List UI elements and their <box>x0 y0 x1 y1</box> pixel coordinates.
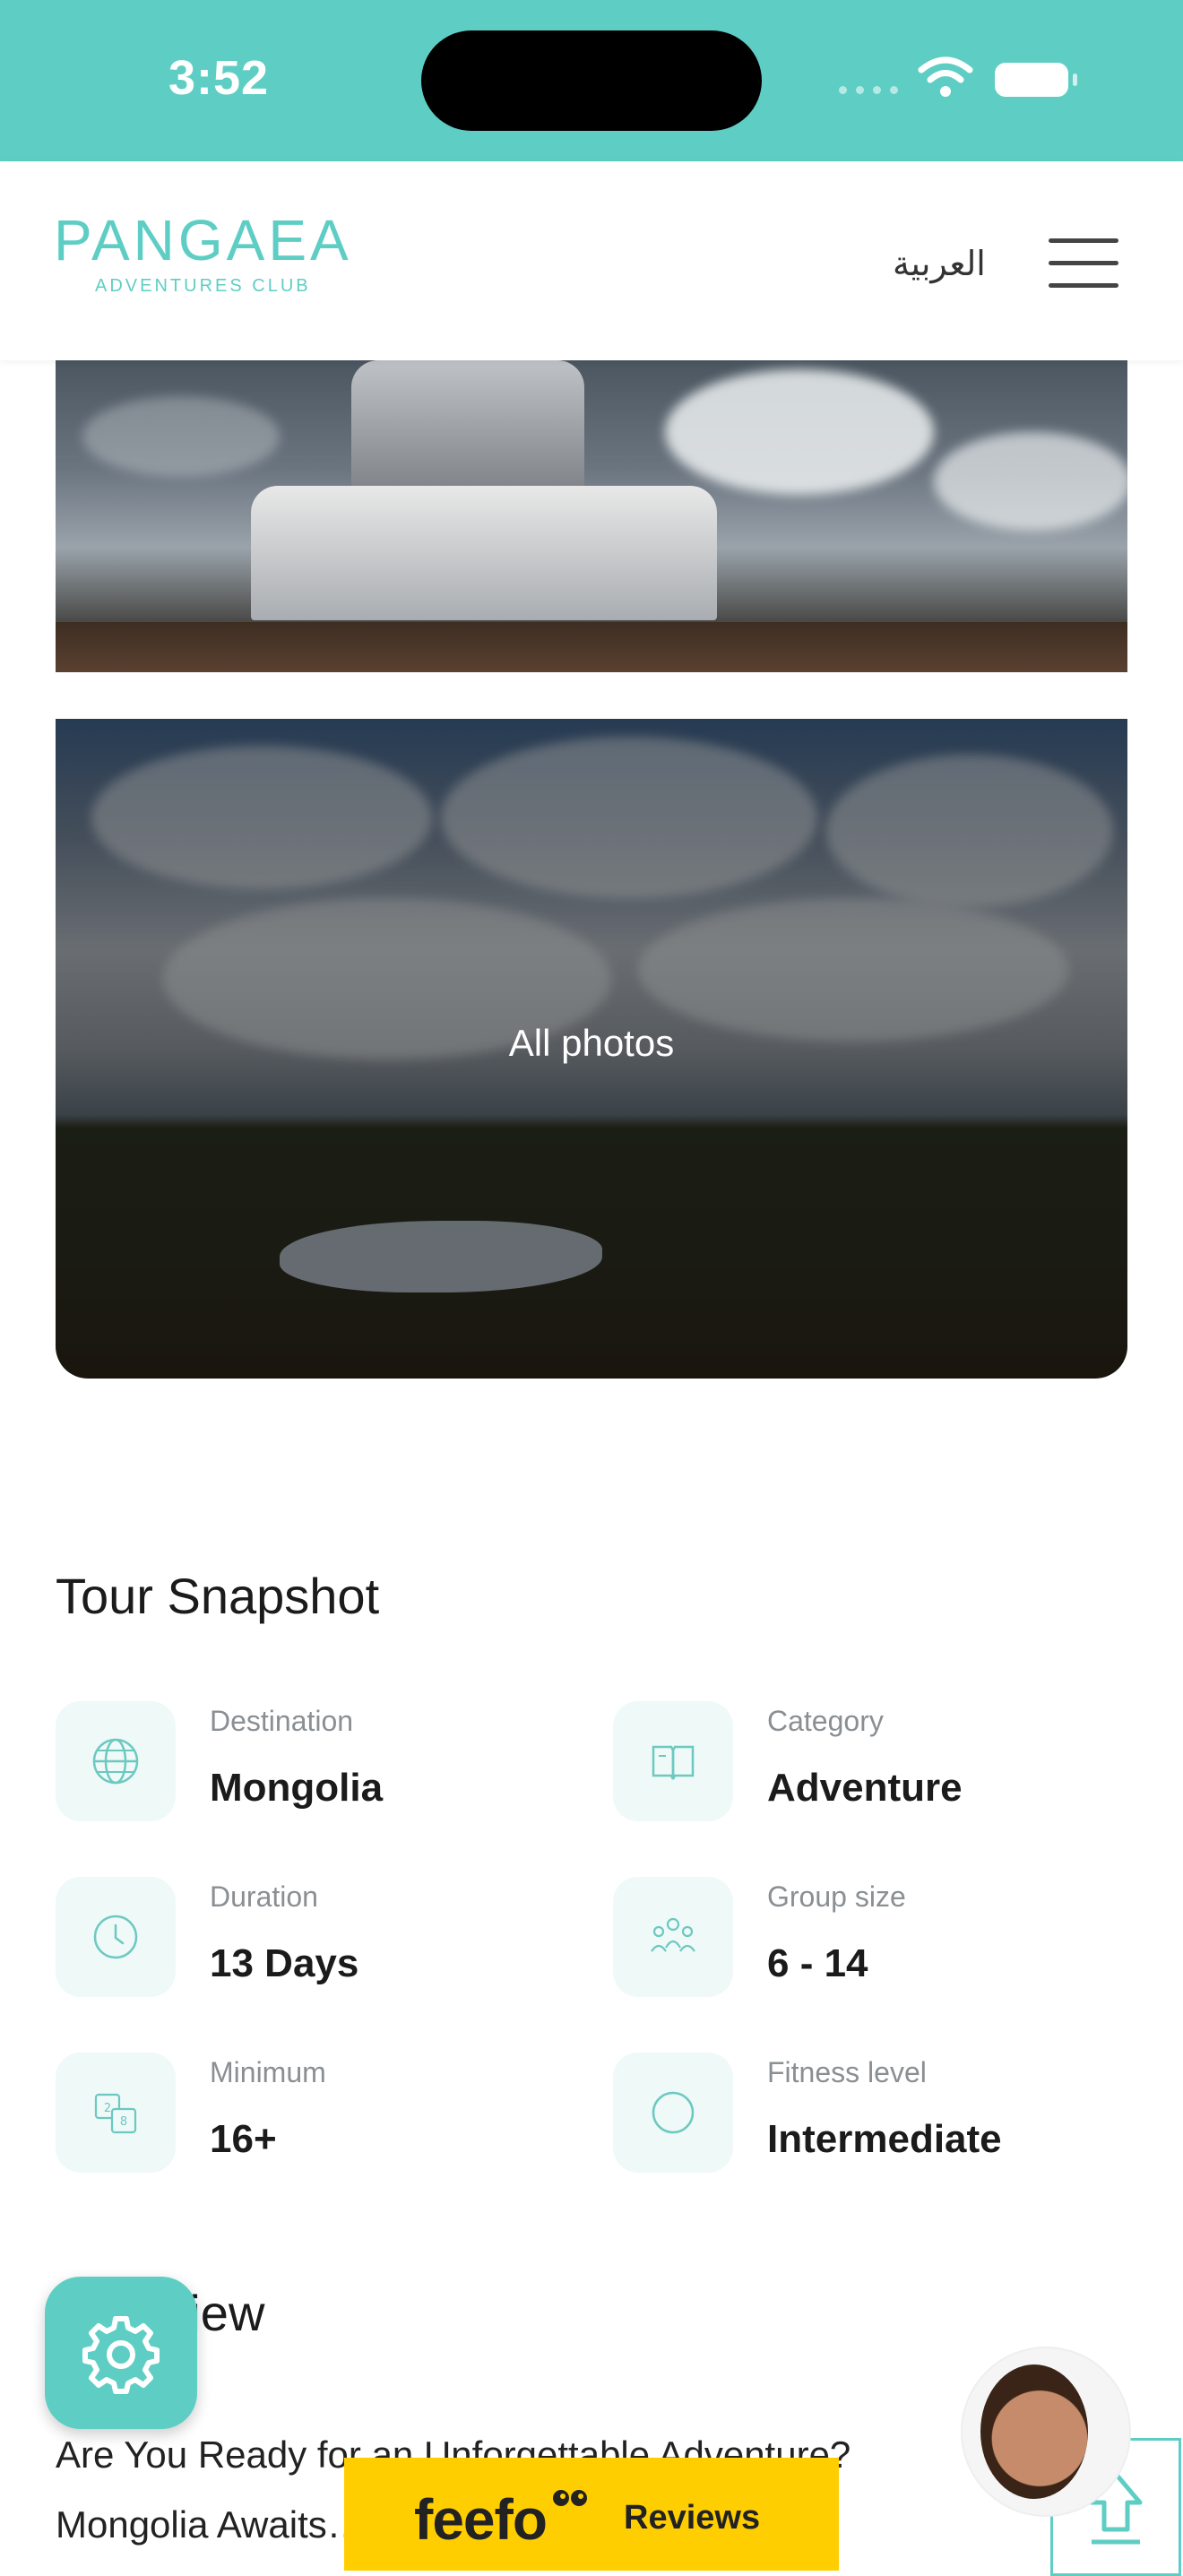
snapshot-category: Category Adventure <box>613 1701 1115 1827</box>
snapshot-value: Mongolia <box>210 1766 384 1810</box>
snapshot-value: Adventure <box>767 1766 963 1810</box>
svg-text:2: 2 <box>104 2102 111 2115</box>
wifi-icon <box>918 56 973 97</box>
snapshot-label: Category <box>767 1705 884 1737</box>
age-icon: 28 <box>56 2053 176 2173</box>
clock-icon <box>56 1877 176 1997</box>
gear-icon <box>82 2316 160 2394</box>
feefo-reviews-label: Reviews <box>624 2499 761 2537</box>
feefo-logo: feefo <box>414 2487 548 2552</box>
snapshot-value: 13 Days <box>210 1941 359 1985</box>
all-photos-gallery-button[interactable]: All photos <box>56 719 1127 1379</box>
snapshot-label: Minimum <box>210 2056 326 2088</box>
statue-graphic <box>351 360 584 495</box>
snapshot-label: Group size <box>767 1880 906 1913</box>
book-icon <box>613 1701 733 1821</box>
status-bar: 3:52 <box>0 0 1183 161</box>
language-switch-link[interactable]: العربية <box>893 244 986 283</box>
tour-hero-image[interactable] <box>56 360 1127 672</box>
group-icon <box>613 1877 733 1997</box>
svg-text:8: 8 <box>120 2115 127 2129</box>
menu-line-icon <box>1049 283 1118 288</box>
feefo-eyes-icon <box>553 2490 587 2506</box>
logo-wordmark: PANGAEA <box>54 208 352 272</box>
hamburger-menu-button[interactable] <box>1049 238 1118 289</box>
snapshot-group-size: Group size 6 - 14 <box>613 1877 1115 2002</box>
menu-line-icon <box>1049 238 1118 243</box>
status-time: 3:52 <box>168 51 270 105</box>
battery-icon <box>995 63 1077 97</box>
snapshot-destination: Destination Mongolia <box>56 1701 557 1827</box>
settings-button[interactable] <box>45 2277 197 2429</box>
snapshot-value: 6 - 14 <box>767 1941 868 1985</box>
logo-tagline: ADVENTURES CLUB <box>95 276 311 296</box>
snapshot-fitness-level: Fitness level Intermediate <box>613 2053 1115 2178</box>
snapshot-value: 16+ <box>210 2117 277 2161</box>
avatar-face <box>980 2364 1088 2499</box>
all-photos-label: All photos <box>508 1022 675 1064</box>
snapshot-value: Intermediate <box>767 2117 1002 2161</box>
globe-icon <box>56 1701 176 1821</box>
menu-line-icon <box>1049 261 1118 265</box>
chat-support-avatar[interactable] <box>961 2347 1131 2517</box>
feefo-reviews-badge[interactable]: feefo Reviews <box>344 2458 839 2571</box>
site-header: PANGAEA ADVENTURES CLUB العربية <box>0 161 1183 360</box>
pangaea-logo[interactable]: PANGAEA ADVENTURES CLUB <box>54 212 352 297</box>
snapshot-label: Duration <box>210 1880 318 1913</box>
dynamic-island <box>421 30 762 131</box>
snapshot-minimum-age: 28 Minimum 16+ <box>56 2053 557 2178</box>
tour-snapshot-heading: Tour Snapshot <box>56 1568 380 1624</box>
snapshot-label: Fitness level <box>767 2056 927 2088</box>
fitness-icon <box>613 2053 733 2173</box>
cellular-signal-icon <box>839 86 898 94</box>
snapshot-label: Destination <box>210 1705 354 1737</box>
monument-graphic <box>251 486 717 620</box>
snapshot-duration: Duration 13 Days <box>56 1877 557 2002</box>
